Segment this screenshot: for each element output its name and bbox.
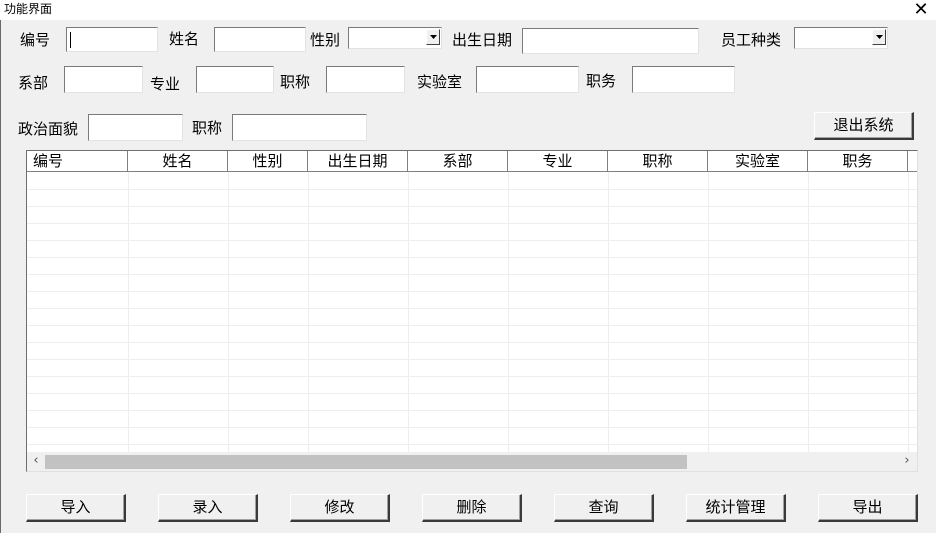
label-birth-date: 出生日期 [452,31,513,49]
grid-line [27,427,917,428]
grid-line [27,325,917,326]
grid-line [27,393,917,394]
label-department: 系部 [18,74,49,92]
label-staff-type: 员工种类 [721,31,782,49]
label-title-1: 职称 [280,73,311,91]
grid-line [708,172,709,452]
data-grid[interactable]: 编号 姓名 性别 出生日期 系部 专业 职称 实验室 职务 ‹ › [26,150,918,472]
grid-line [27,189,917,190]
grid-line [408,172,409,452]
scroll-left-icon[interactable]: ‹ [28,453,44,469]
import-button[interactable]: 导入 [26,494,126,522]
column-header-name[interactable]: 姓名 [128,151,228,172]
label-title-2: 职称 [192,119,223,137]
modify-button[interactable]: 修改 [290,494,390,522]
export-button[interactable]: 导出 [818,494,918,522]
text-caret [70,32,71,48]
exit-system-button[interactable]: 退出系统 [814,112,914,140]
column-header-major[interactable]: 专业 [508,151,608,172]
grid-line [27,376,917,377]
gender-select[interactable] [348,27,442,49]
position-input[interactable] [632,66,735,93]
chevron-down-icon[interactable] [872,29,886,45]
column-header-birth-date[interactable]: 出生日期 [308,151,408,172]
major-input[interactable] [196,66,274,93]
grid-line [27,342,917,343]
grid-line [608,172,609,452]
label-name: 姓名 [169,30,200,48]
title-input-1[interactable] [326,66,405,93]
delete-button[interactable]: 删除 [422,494,522,522]
grid-line [27,206,917,207]
column-header-lab[interactable]: 实验室 [708,151,808,172]
grid-line [27,410,917,411]
grid-line [128,172,129,452]
scrollbar-thumb[interactable] [45,455,687,469]
political-status-input[interactable] [88,114,183,141]
grid-line [27,308,917,309]
column-header-title[interactable]: 职称 [608,151,708,172]
title-input-2[interactable] [232,114,367,141]
name-input[interactable] [214,27,306,52]
grid-line [808,172,809,452]
label-gender: 性别 [310,31,341,49]
label-id: 编号 [20,31,51,49]
staff-type-select[interactable] [794,27,888,49]
grid-line [228,172,229,452]
title-bar [0,0,936,20]
grid-line [27,240,917,241]
column-header-gender[interactable]: 性别 [228,151,308,172]
department-input[interactable] [64,66,143,93]
query-button[interactable]: 查询 [554,494,654,522]
grid-line [27,257,917,258]
grid-line [27,444,917,445]
scroll-right-icon[interactable]: › [899,453,915,469]
label-political-status: 政治面貌 [18,120,79,138]
chevron-down-icon[interactable] [426,29,440,45]
column-header-id[interactable]: 编号 [27,151,128,172]
grid-line [308,172,309,452]
window-title: 功能界面 [4,2,53,16]
window-left-edge [0,20,1,533]
grid-line [27,359,917,360]
label-major: 专业 [150,75,181,93]
column-header-position[interactable]: 职务 [808,151,908,172]
grid-line [27,291,917,292]
label-position: 职务 [586,72,617,90]
stats-management-button[interactable]: 统计管理 [686,494,786,522]
grid-line [27,223,917,224]
close-icon[interactable]: ✕ [906,0,936,20]
id-input[interactable] [66,27,158,52]
column-header-department[interactable]: 系部 [408,151,508,172]
column-header-filler [908,151,917,172]
grid-line [508,172,509,452]
lab-input[interactable] [476,66,579,93]
grid-line [908,172,909,452]
label-lab: 实验室 [417,73,463,91]
grid-line [27,274,917,275]
birth-date-input[interactable] [522,28,699,54]
enter-button[interactable]: 录入 [158,494,258,522]
